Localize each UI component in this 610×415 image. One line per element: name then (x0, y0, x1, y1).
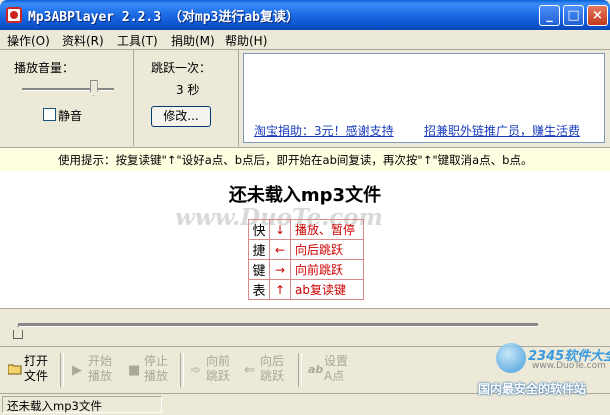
skip-label: 跳跃一次： (151, 61, 212, 75)
main-display: 还未载入mp3文件 www.DuoTe.com 快 ↓ 播放、暂停 捷 ← 向后… (0, 171, 610, 308)
menu-operate[interactable]: 操作(O) (7, 32, 50, 49)
skip-forward-label: 向前 跳跃 (206, 354, 231, 383)
arrow-right-icon: → (269, 259, 291, 280)
mute-label: 静音 (58, 109, 83, 123)
start-play-button[interactable]: ▶ 开始 播放 (68, 351, 120, 389)
skip-back-label: 向后 跳跃 (260, 354, 285, 383)
toolbar-separator (60, 353, 64, 387)
menu-donate[interactable]: 捐助(M) (171, 32, 215, 49)
menu-bar: 操作(O) 资料(R) 工具(T) 捐助(M) 帮助(H) (0, 30, 610, 50)
arrow-up-icon: ↑ (269, 279, 291, 300)
play-icon: ▶ (72, 363, 82, 378)
start-play-label: 开始 播放 (88, 354, 113, 383)
status-text: 还未载入mp3文件 (7, 399, 102, 413)
table-row: 捷 ← 向后跳跃 (248, 239, 364, 260)
skip-forward-button[interactable]: ➾ 向前 跳跃 (186, 351, 238, 389)
brand-watermark: 2345软件大全 www.DuoTe.com 国内最安全的软件站 (478, 343, 610, 396)
mute-checkbox[interactable] (43, 108, 56, 121)
playback-progress-thumb[interactable] (13, 326, 23, 339)
close-button[interactable]: × (587, 5, 608, 26)
usage-hint-bar: 使用提示：按复读键"↑"设好a点、b点后，即开始在ab间复读，再次按"↑"键取消… (0, 147, 610, 172)
table-row: 键 → 向前跳跃 (248, 259, 364, 280)
donate-link[interactable]: 淘宝捐助：3元！感谢支持 (254, 122, 394, 139)
volume-slider[interactable] (22, 88, 114, 91)
ab-icon: ab (308, 363, 324, 376)
skip-back-icon: ⇐ (244, 363, 255, 378)
recruit-link[interactable]: 招兼职外链推广员，赚生活费 (424, 122, 580, 139)
open-file-button[interactable]: 打开 文件 (4, 351, 56, 389)
volume-panel: 播放音量： 静音 (2, 50, 134, 146)
brand-mascot-icon (496, 343, 526, 373)
open-file-label: 打开 文件 (24, 354, 49, 383)
table-row: 快 ↓ 播放、暂停 (248, 219, 364, 240)
maximize-button[interactable]: □ (563, 5, 584, 26)
shortcut-key-char: 表 (248, 279, 270, 300)
open-file-icon (7, 363, 22, 379)
table-row: 表 ↑ ab复读键 (248, 279, 364, 300)
title-bar[interactable]: Mp3ABPlayer 2.2.3 （对mp3进行ab复读） _ □ × (0, 0, 610, 30)
app-logo-icon[interactable] (6, 7, 22, 23)
shortcut-key-char: 快 (248, 219, 270, 240)
window-title: Mp3ABPlayer 2.2.3 （对mp3进行ab复读） (28, 10, 300, 25)
menu-resources[interactable]: 资料(R) (62, 32, 104, 49)
skip-value: 3 秒 (176, 83, 200, 97)
shortcut-key-char: 键 (248, 259, 270, 280)
shortcut-table: 快 ↓ 播放、暂停 捷 ← 向后跳跃 键 → 向前跳跃 表 ↑ ab复读键 (248, 219, 364, 300)
shortcut-desc: 播放、暂停 (290, 219, 364, 240)
stop-play-label: 停止 播放 (144, 354, 169, 383)
brand-slogan: 国内最安全的软件站 (478, 382, 587, 396)
ad-panel: 淘宝捐助：3元！感谢支持 招兼职外链推广员，赚生活费 (243, 53, 605, 143)
toolbar-separator (180, 353, 184, 387)
shortcut-desc: ab复读键 (290, 279, 364, 300)
menu-tools[interactable]: 工具(T) (117, 32, 158, 49)
stop-play-button[interactable]: ■ 停止 播放 (124, 351, 176, 389)
set-a-point-label: 设置 A点 (324, 354, 349, 383)
arrow-left-icon: ← (269, 239, 291, 260)
status-pane: 还未载入mp3文件 (2, 396, 162, 413)
arrow-down-icon: ↓ (269, 219, 291, 240)
shortcut-key-char: 捷 (248, 239, 270, 260)
volume-slider-thumb[interactable] (89, 80, 98, 96)
menu-help[interactable]: 帮助(H) (225, 32, 267, 49)
shortcut-desc: 向前跳跃 (290, 259, 364, 280)
toolbar-separator (298, 353, 302, 387)
modify-skip-button[interactable]: 修改... (151, 106, 211, 127)
progress-area (0, 308, 610, 347)
playback-progress-slider[interactable] (18, 323, 538, 327)
app-window: Mp3ABPlayer 2.2.3 （对mp3进行ab复读） _ □ × 操作(… (0, 0, 610, 415)
skip-panel: 跳跃一次： 3 秒 修改... (135, 50, 239, 146)
set-a-point-button[interactable]: ab 设置 A点 (304, 351, 360, 389)
brand-url: www.DuoTe.com (532, 361, 606, 371)
shortcut-desc: 向后跳跃 (290, 239, 364, 260)
stop-icon: ■ (128, 363, 141, 378)
volume-label: 播放音量： (14, 61, 75, 75)
skip-forward-icon: ➾ (190, 363, 201, 378)
skip-back-button[interactable]: ⇐ 向后 跳跃 (240, 351, 292, 389)
minimize-button[interactable]: _ (539, 5, 560, 26)
usage-hint-text: 使用提示：按复读键"↑"设好a点、b点后，即开始在ab间复读，再次按"↑"键取消… (58, 153, 533, 167)
